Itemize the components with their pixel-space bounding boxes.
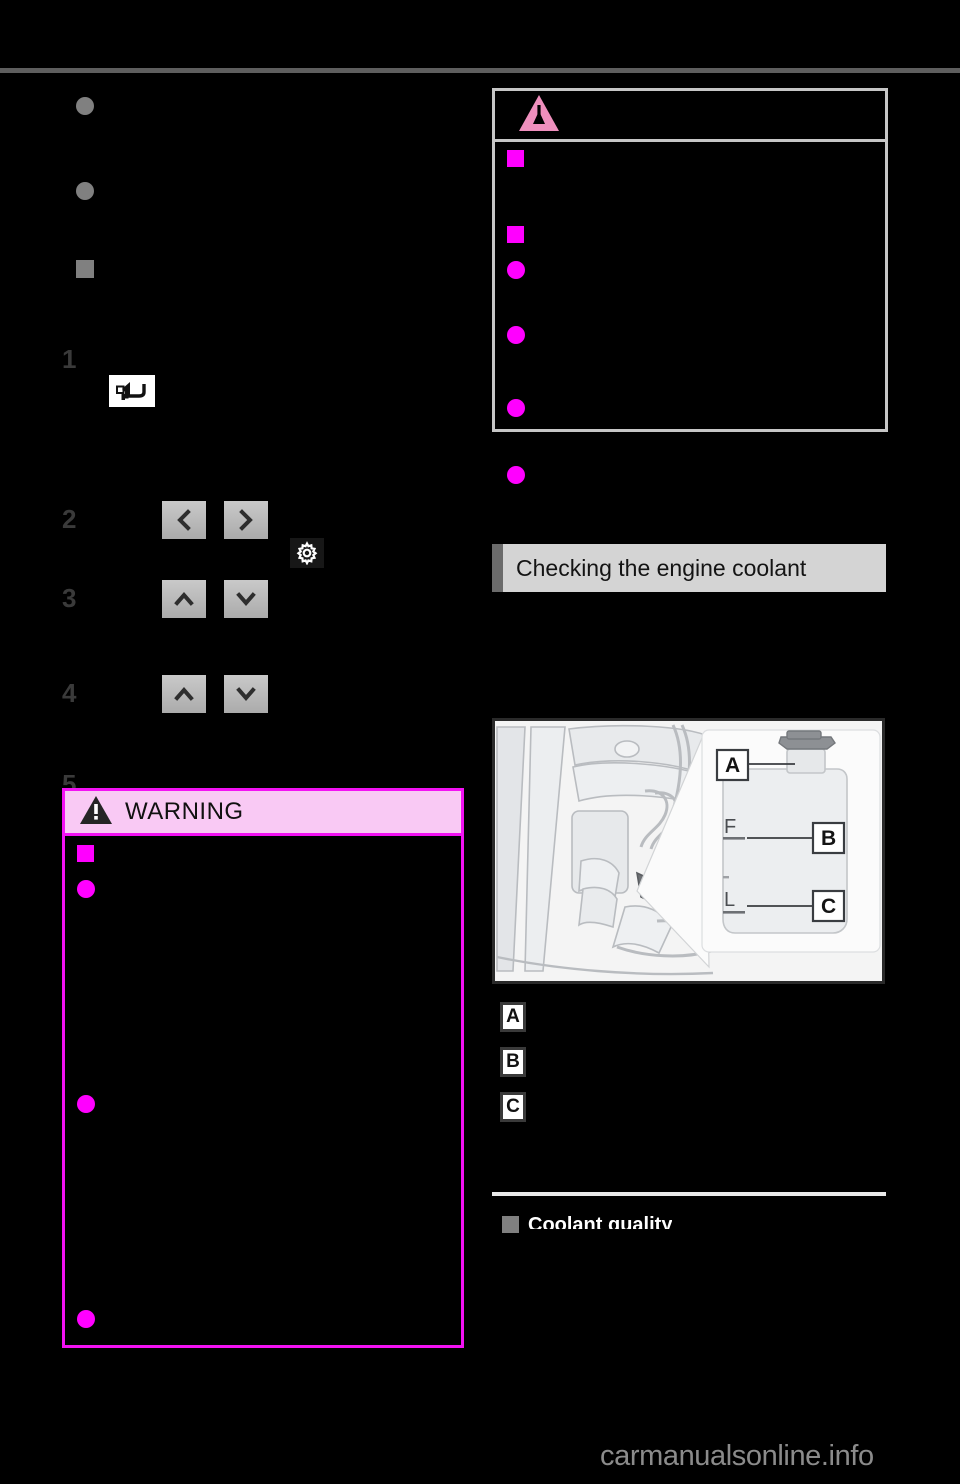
down-arrow-key-step4[interactable] (224, 675, 268, 713)
sub-heading-bullet (502, 1216, 519, 1233)
warning-triangle-outline-icon (517, 93, 561, 138)
warning-box-body (65, 836, 461, 1345)
warning-bullet-circle-2 (77, 1095, 95, 1113)
callout-legend-a: A (500, 1002, 526, 1032)
sub-heading-label: Coolant quality (528, 1216, 673, 1229)
settings-gear-icon[interactable] (290, 538, 324, 568)
warning-box: WARNING (62, 788, 464, 1348)
step-number-3: 3 (62, 583, 77, 613)
step-number-2: 2 (62, 504, 77, 534)
left-arrow-key[interactable] (162, 501, 206, 539)
caution-bullet-square-1 (507, 150, 524, 167)
low-level-mark: L (724, 889, 735, 911)
warning-box-header: WARNING (65, 791, 461, 836)
page-top-rule (0, 68, 960, 73)
engine-coolant-reservoir-illustration: F L A B C (492, 718, 885, 984)
section-accent-bar (492, 544, 503, 592)
bullet-circle-1 (76, 97, 94, 115)
site-watermark: carmanualsonline.info (600, 1440, 874, 1472)
caution-box-body (495, 142, 885, 484)
figure-svg: F L A B C (495, 721, 882, 981)
sub-heading-coolant-quality: Coolant quality (502, 1216, 672, 1233)
warning-bullet-circle-3 (77, 1310, 95, 1328)
caution-box (492, 88, 888, 484)
callout-legend-b: B (500, 1047, 526, 1077)
warning-triangle-icon (79, 795, 113, 830)
figure-callout-a: A (725, 754, 740, 777)
callout-legend-c: C (500, 1092, 526, 1122)
warning-bullet-square-1 (77, 845, 94, 862)
right-arrow-key[interactable] (224, 501, 268, 539)
step-number-1: 1 (62, 344, 77, 374)
return-key-icon[interactable] (109, 375, 155, 407)
warning-bullet-circle-1 (77, 880, 95, 898)
down-arrow-key-step3[interactable] (224, 580, 268, 618)
bullet-circle-2 (76, 182, 94, 200)
caution-bullet-circle-3 (507, 399, 525, 417)
caution-bullet-square-2 (507, 226, 524, 243)
left-column: 1 2 3 4 5 WARNING (62, 88, 474, 1388)
bullet-square-1 (76, 260, 94, 278)
full-level-mark: F (724, 816, 736, 838)
figure-callout-c: C (821, 895, 836, 918)
up-arrow-key-step4[interactable] (162, 675, 206, 713)
caution-bullet-circle-2 (507, 326, 525, 344)
caution-box-header (495, 91, 885, 142)
figure-callout-b: B (821, 827, 836, 850)
up-arrow-key-step3[interactable] (162, 580, 206, 618)
step-number-4: 4 (62, 678, 77, 708)
section-header-engine-coolant: Checking the engine coolant (492, 544, 886, 592)
section-divider-rule (492, 1192, 886, 1196)
section-title: Checking the engine coolant (516, 554, 807, 581)
warning-title: WARNING (125, 798, 244, 825)
caution-bullet-circle-1 (507, 261, 525, 279)
right-column: Checking the engine coolant F L A B C A … (492, 88, 892, 1388)
caution-bullet-circle-4 (507, 466, 525, 484)
manual-page: 1 2 3 4 5 WARNING Checking the engine co… (0, 0, 960, 1484)
